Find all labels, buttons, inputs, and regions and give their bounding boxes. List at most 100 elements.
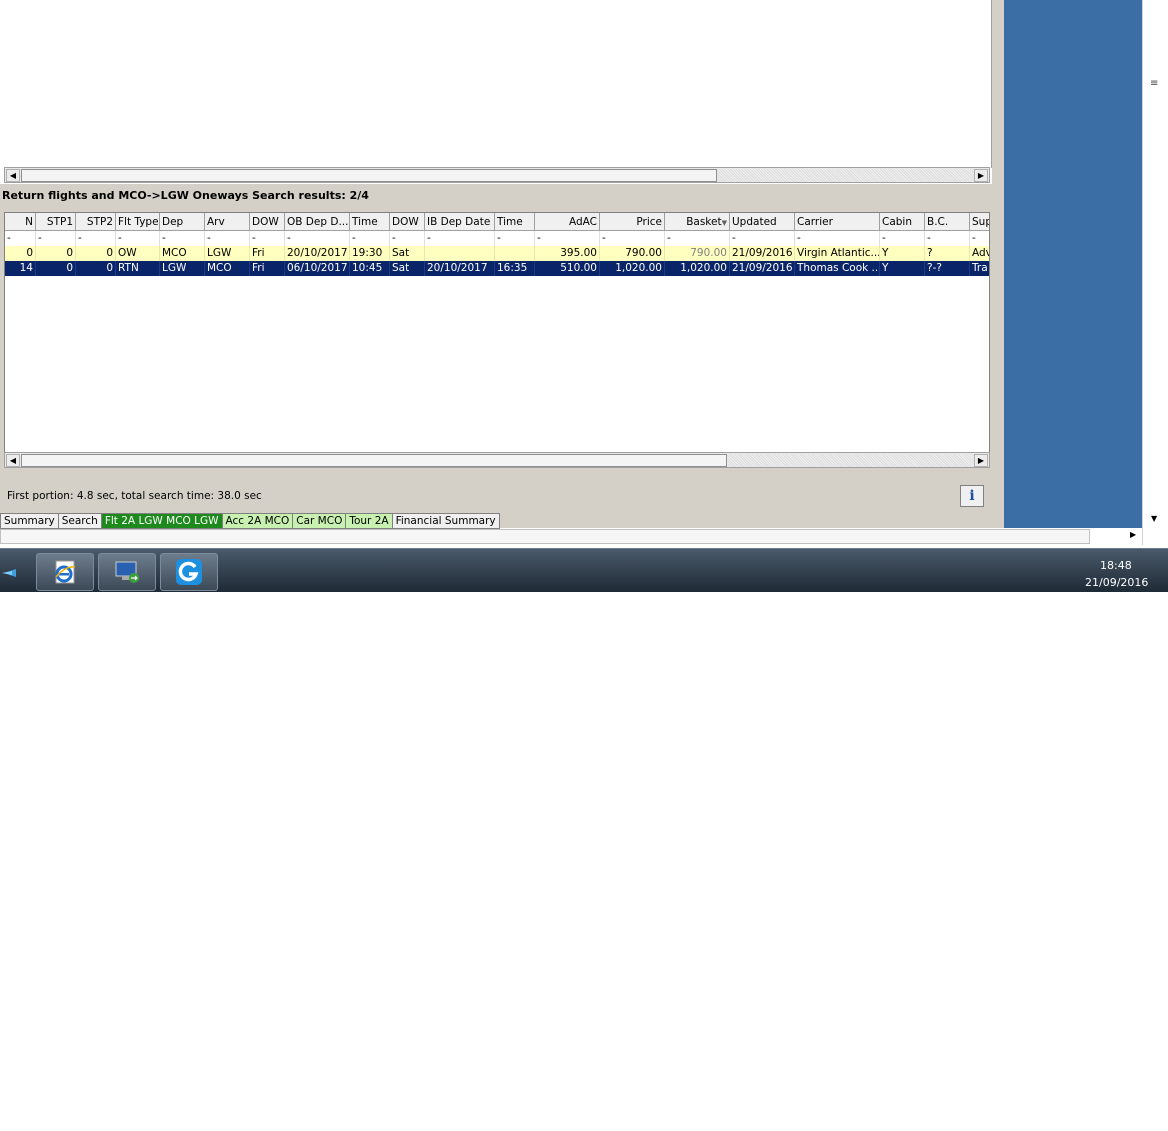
network-icon[interactable]: ▣ <box>1028 1117 1039 1131</box>
scroll-grip-icon[interactable]: ≡ <box>1150 78 1158 89</box>
column-header[interactable]: Updated <box>730 213 795 231</box>
filter-cell[interactable]: - <box>795 231 880 246</box>
grid-cell[interactable]: 16:35 <box>495 261 535 276</box>
filter-cell[interactable]: - <box>970 231 989 246</box>
grid-cell[interactable]: Fri <box>250 246 285 261</box>
grid-cell[interactable]: Adv <box>970 246 989 261</box>
tab-car-mco[interactable]: Car MCO <box>293 513 347 529</box>
filter-cell[interactable]: - <box>390 231 425 246</box>
grid-filter-row[interactable]: -------------------- <box>5 231 989 246</box>
scroll-down-arrow-icon[interactable]: ▼ <box>1151 514 1157 523</box>
grid-cell[interactable]: Fri <box>250 261 285 276</box>
scroll-left-arrow-icon[interactable]: ◀ <box>6 169 20 182</box>
column-header[interactable]: Carrier <box>795 213 880 231</box>
filter-cell[interactable]: - <box>665 231 730 246</box>
column-header[interactable]: Basket▼ <box>665 213 730 231</box>
grid-cell[interactable]: Sat <box>390 246 425 261</box>
grid-cell[interactable]: 19:30 <box>350 246 390 261</box>
column-header[interactable]: DOW <box>250 213 285 231</box>
grid-cell[interactable]: 790.00 <box>665 246 730 261</box>
upper-horizontal-scrollbar[interactable]: ◀ ▶ <box>4 167 990 183</box>
filter-cell[interactable]: - <box>160 231 205 246</box>
window-vertical-scrollbar[interactable]: ≡ ▼ <box>1142 0 1168 545</box>
grid-cell[interactable]: 21/09/2016 <box>730 246 795 261</box>
tab-tour-2a[interactable]: Tour 2A <box>346 513 393 529</box>
clock-date[interactable]: 21/09/2016 <box>1085 576 1148 589</box>
column-header[interactable]: Arv <box>205 213 250 231</box>
grid-cell[interactable]: 10:45 <box>350 261 390 276</box>
grid-cell[interactable]: Y <box>880 261 925 276</box>
grid-cell[interactable]: 20/10/2017 <box>425 261 495 276</box>
column-header[interactable]: DOW <box>390 213 425 231</box>
grid-cell[interactable]: Tra <box>970 261 989 276</box>
grid-cell[interactable] <box>495 246 535 261</box>
column-header[interactable]: Time <box>495 213 535 231</box>
grid-cell[interactable]: 0 <box>36 246 76 261</box>
filter-cell[interactable]: - <box>76 231 116 246</box>
results-grid[interactable]: N STP1 STP2 Flt Type Dep Arv DOW OB Dep D... Tim… <box>4 212 990 453</box>
filter-cell[interactable]: - <box>925 231 970 246</box>
column-header[interactable]: Dep <box>160 213 205 231</box>
grid-cell[interactable]: RTN <box>116 261 160 276</box>
grid-cell[interactable]: 510.00 <box>535 261 600 276</box>
filter-cell[interactable]: - <box>600 231 665 246</box>
filter-cell[interactable]: - <box>36 231 76 246</box>
column-header[interactable]: STP1 <box>36 213 76 231</box>
scrollbar-thumb[interactable] <box>21 454 727 467</box>
grid-cell[interactable]: 21/09/2016 <box>730 261 795 276</box>
column-header[interactable]: Price <box>600 213 665 231</box>
grid-cell[interactable]: 0 <box>5 246 36 261</box>
scroll-left-arrow-icon[interactable]: ◀ <box>6 454 20 467</box>
column-header[interactable]: Cabin <box>880 213 925 231</box>
grid-cell[interactable]: LGW <box>205 246 250 261</box>
filter-cell[interactable]: - <box>730 231 795 246</box>
column-header[interactable]: Time <box>350 213 390 231</box>
scrollbar-thumb[interactable] <box>21 169 717 182</box>
grid-cell[interactable]: ? <box>925 246 970 261</box>
column-header[interactable]: IB Dep Date <box>425 213 495 231</box>
column-header[interactable]: N <box>5 213 36 231</box>
grid-cell[interactable]: Sat <box>390 261 425 276</box>
grid-horizontal-scrollbar[interactable]: ◀ ▶ <box>4 452 990 468</box>
column-header[interactable]: Flt Type <box>116 213 160 231</box>
grid-cell[interactable]: 1,020.00 <box>665 261 730 276</box>
column-header[interactable]: Sup <box>970 213 989 231</box>
filter-cell[interactable]: - <box>116 231 160 246</box>
grid-cell[interactable]: OW <box>116 246 160 261</box>
tab-search[interactable]: Search <box>58 513 102 529</box>
grid-cell[interactable]: MCO <box>160 246 205 261</box>
grid-cell[interactable]: 790.00 <box>600 246 665 261</box>
tray-expand-icon[interactable]: ▲ <box>982 1117 988 1126</box>
grid-cell[interactable]: ?-? <box>925 261 970 276</box>
grid-cell[interactable]: LGW <box>160 261 205 276</box>
grid-cell[interactable]: 06/10/2017 <box>285 261 350 276</box>
action-center-flag-icon[interactable]: ⚑ <box>1004 1117 1015 1131</box>
grid-cell[interactable]: 1,020.00 <box>600 261 665 276</box>
grid-cell[interactable]: Thomas Cook ... <box>795 261 880 276</box>
column-header[interactable]: AdAC <box>535 213 600 231</box>
grid-cell[interactable]: 20/10/2017 <box>285 246 350 261</box>
table-row[interactable]: 14 0 0 RTN LGW MCO Fri 06/10/2017 10:45 Sat 20/10/… <box>5 261 989 276</box>
scrollbar-track[interactable] <box>727 454 974 467</box>
clock-time[interactable]: 18:48 <box>1100 559 1132 572</box>
column-header[interactable]: STP2 <box>76 213 116 231</box>
tab-financial-summary[interactable]: Financial Summary <box>392 513 500 529</box>
column-header[interactable]: OB Dep D... <box>285 213 350 231</box>
column-header[interactable]: B.C. <box>925 213 970 231</box>
start-button[interactable] <box>0 553 30 591</box>
tab-acc-2a-mco[interactable]: Acc 2A MCO <box>222 513 294 529</box>
filter-cell[interactable]: - <box>350 231 390 246</box>
grid-cell[interactable]: 14 <box>5 261 36 276</box>
scrollbar-track[interactable] <box>717 169 974 182</box>
taskbar-remote-desktop[interactable] <box>98 553 156 591</box>
filter-cell[interactable]: - <box>535 231 600 246</box>
grid-cell[interactable]: Y <box>880 246 925 261</box>
info-button[interactable]: i <box>960 485 984 507</box>
grid-cell[interactable] <box>425 246 495 261</box>
taskbar-internet-explorer[interactable] <box>36 553 94 591</box>
volume-icon[interactable]: ◀) <box>1052 1117 1066 1131</box>
filter-cell[interactable]: - <box>285 231 350 246</box>
scroll-right-arrow-icon[interactable]: ▶ <box>1130 530 1136 539</box>
filter-cell[interactable]: - <box>205 231 250 246</box>
grid-cell[interactable]: 395.00 <box>535 246 600 261</box>
